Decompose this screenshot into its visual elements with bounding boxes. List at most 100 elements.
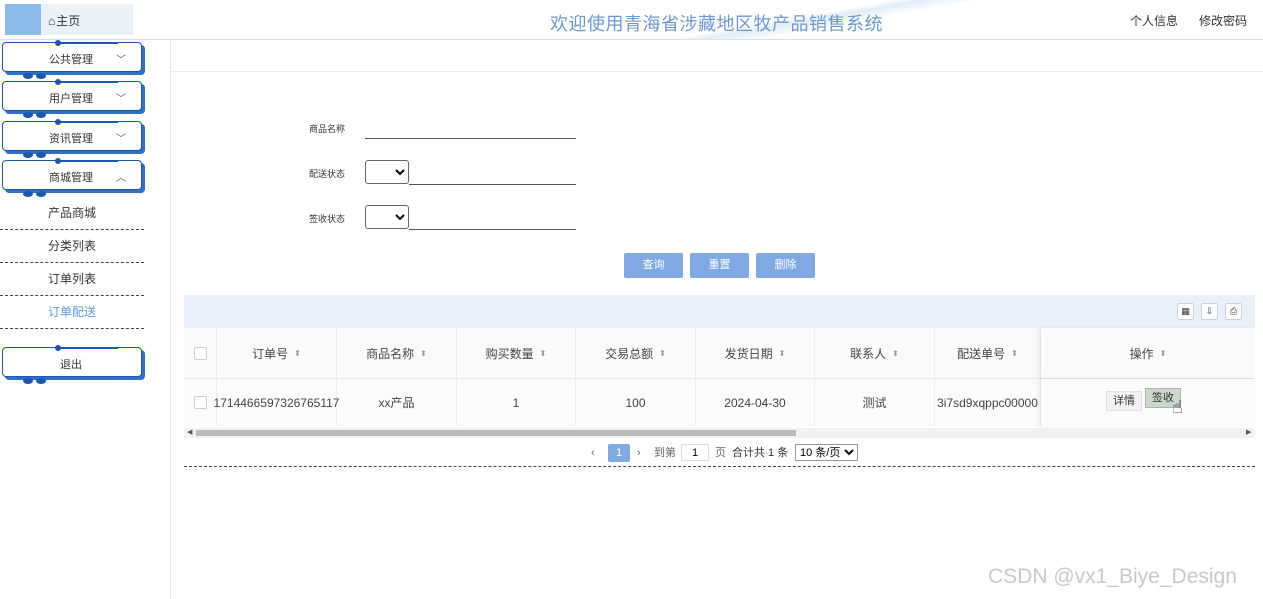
receipt-status-select[interactable] bbox=[365, 205, 409, 229]
menu-deco-dot bbox=[55, 40, 61, 46]
chevron-down-icon: ﹀ bbox=[116, 94, 126, 105]
ops-column-header: 操作 ⬍ bbox=[1041, 328, 1255, 378]
sort-icon[interactable]: ⬍ bbox=[1160, 349, 1167, 358]
order-delivery-table: ▦ ⇩ ⎙ 订单号 ⬍ 商品名称 ⬍ 购买数量 ⬍ 交易总额 ⬍ 发货日期 ⬍ 联系人 ⬍ … bbox=[184, 295, 1255, 467]
product-name-input[interactable] bbox=[365, 119, 576, 139]
total-count: 合计共 1 条 bbox=[732, 447, 789, 459]
column-order-no[interactable]: 订单号 ⬍ bbox=[217, 328, 337, 378]
sidebar-item-category-list[interactable]: 分类列表 bbox=[0, 230, 144, 263]
query-button[interactable]: 查询 bbox=[624, 253, 683, 278]
column-label: 发货日期 bbox=[724, 346, 773, 361]
column-delivery-no[interactable]: 配送单号 ⬍ bbox=[935, 328, 1041, 378]
profile-link[interactable]: 个人信息 bbox=[1130, 12, 1178, 29]
column-quantity[interactable]: 购买数量 ⬍ bbox=[457, 328, 576, 378]
column-contact[interactable]: 联系人 ⬍ bbox=[815, 328, 935, 378]
content-top-band bbox=[171, 40, 1263, 72]
detail-button[interactable]: 详情 bbox=[1106, 391, 1142, 411]
header-checkbox-cell bbox=[184, 328, 217, 378]
menu-deco-dot bbox=[55, 158, 61, 164]
cell-product-name: xx产品 bbox=[337, 379, 457, 426]
menu-deco-line bbox=[58, 82, 118, 83]
menu-deco-dot bbox=[55, 345, 61, 351]
page-1[interactable]: 1 bbox=[608, 444, 630, 462]
cell-ship-date: 2024-04-30 bbox=[696, 379, 815, 426]
reset-button[interactable]: 重置 bbox=[690, 253, 749, 278]
menu-mall-management[interactable]: 商城管理 ︿ bbox=[2, 158, 142, 197]
column-product-name[interactable]: 商品名称 ⬍ bbox=[337, 328, 457, 378]
logout-label: 退出 bbox=[60, 359, 82, 371]
menu-public-management[interactable]: 公共管理 ﹀ bbox=[2, 40, 142, 79]
page-size-select[interactable]: 10 条/页 bbox=[795, 444, 858, 461]
cell-total: 100 bbox=[576, 379, 696, 426]
row-checkbox[interactable] bbox=[193, 396, 207, 409]
prev-page-icon[interactable]: ‹ bbox=[591, 444, 595, 462]
sort-icon[interactable]: ⬍ bbox=[779, 349, 786, 358]
column-label: 配送单号 bbox=[957, 346, 1006, 361]
menu-deco-bubbles bbox=[23, 68, 63, 79]
watermark: CSDN @vx1_Biye_Design bbox=[988, 565, 1237, 588]
row-checkbox-cell bbox=[184, 379, 217, 426]
scroll-right-icon[interactable]: ▶ bbox=[1246, 428, 1251, 438]
change-password-link[interactable]: 修改密码 bbox=[1199, 12, 1247, 29]
column-label: 购买数量 bbox=[485, 346, 534, 361]
row-actions: 详情 签收 bbox=[1041, 379, 1255, 426]
sort-icon[interactable]: ⬍ bbox=[892, 349, 899, 358]
product-name-label: 商品名称 bbox=[309, 124, 346, 134]
column-label: 联系人 bbox=[850, 346, 887, 361]
goto-page-input[interactable] bbox=[681, 444, 709, 461]
menu-deco-dot bbox=[55, 119, 61, 125]
menu-deco-dot bbox=[55, 79, 61, 85]
chevron-down-icon: ﹀ bbox=[116, 134, 126, 145]
top-header: ⌂ 主页 欢迎使用青海省涉藏地区牧产品销售系统 个人信息 修改密码 bbox=[0, 0, 1263, 40]
sort-icon[interactable]: ⬍ bbox=[420, 349, 427, 358]
delete-button[interactable]: 删除 bbox=[756, 253, 815, 278]
sidebar-item-order-delivery[interactable]: 订单配送 bbox=[0, 296, 144, 329]
sort-icon[interactable]: ⬍ bbox=[294, 349, 301, 358]
pagination: ‹ 1 › 到第 页 合计共 1 条 10 条/页 bbox=[184, 444, 1255, 462]
column-label: 订单号 bbox=[252, 346, 289, 361]
cell-order-no: 1714466597326765117 bbox=[214, 379, 339, 426]
menu-deco-bubbles bbox=[23, 147, 63, 158]
scroll-left-icon[interactable]: ◀ bbox=[187, 428, 192, 438]
logout-button[interactable]: 退出 bbox=[2, 345, 142, 384]
sort-icon[interactable]: ⬍ bbox=[1011, 349, 1018, 358]
columns-filter-icon[interactable]: ▦ bbox=[1177, 303, 1194, 320]
cell-contact: 测试 bbox=[815, 379, 935, 426]
column-label: 商品名称 bbox=[366, 346, 415, 361]
menu-deco-line bbox=[58, 43, 118, 44]
menu-deco-line bbox=[58, 161, 118, 162]
receipt-status-underline bbox=[409, 229, 576, 230]
hand-cursor-icon: ☝ bbox=[1172, 397, 1183, 417]
table-toolbar: ▦ ⇩ ⎙ bbox=[184, 295, 1255, 328]
menu-deco-bubbles bbox=[23, 373, 63, 384]
receipt-status-label: 签收状态 bbox=[309, 214, 346, 224]
scrollbar-thumb[interactable] bbox=[196, 430, 796, 436]
delivery-status-underline bbox=[409, 184, 576, 185]
menu-deco-line bbox=[58, 122, 118, 123]
app-window: ⌂ 主页 欢迎使用青海省涉藏地区牧产品销售系统 个人信息 修改密码 公共管理 ﹀… bbox=[0, 0, 1263, 599]
delivery-status-select[interactable] bbox=[365, 160, 409, 184]
column-actions[interactable]: 操作 ⬍ bbox=[1041, 328, 1255, 378]
system-title: 欢迎使用青海省涉藏地区牧产品销售系统 bbox=[550, 14, 883, 34]
menu-deco-line bbox=[58, 348, 118, 349]
column-total[interactable]: 交易总额 ⬍ bbox=[576, 328, 696, 378]
cell-quantity: 1 bbox=[457, 379, 576, 426]
sidebar-item-order-list[interactable]: 订单列表 bbox=[0, 263, 144, 296]
sidebar-item-product-mall[interactable]: 产品商城 bbox=[0, 197, 144, 230]
sort-icon[interactable]: ⬍ bbox=[659, 349, 666, 358]
delivery-status-label: 配送状态 bbox=[309, 169, 346, 179]
export-icon[interactable]: ⇩ bbox=[1201, 303, 1218, 320]
next-page-icon[interactable]: › bbox=[637, 444, 641, 462]
sort-icon[interactable]: ⬍ bbox=[540, 349, 547, 358]
horizontal-scrollbar[interactable]: ◀ ▶ bbox=[184, 428, 1255, 438]
print-icon[interactable]: ⎙ bbox=[1225, 303, 1242, 320]
page-unit-label: 页 bbox=[715, 447, 726, 459]
select-all-checkbox[interactable] bbox=[193, 346, 207, 360]
table-row: 1714466597326765117 xx产品 1 100 2024-04-3… bbox=[184, 379, 1255, 426]
sidebar: 公共管理 ﹀ 用户管理 ﹀ 资讯管理 ﹀ 商城管理 ︿ 产品商城 分类列表 订单… bbox=[0, 40, 171, 599]
menu-user-management[interactable]: 用户管理 ﹀ bbox=[2, 79, 142, 118]
column-label: 操作 bbox=[1129, 346, 1154, 361]
column-ship-date[interactable]: 发货日期 ⬍ bbox=[696, 328, 815, 378]
menu-news-management[interactable]: 资讯管理 ﹀ bbox=[2, 119, 142, 158]
cell-delivery-no: 3i7sd9xqppc00000 bbox=[935, 379, 1041, 426]
